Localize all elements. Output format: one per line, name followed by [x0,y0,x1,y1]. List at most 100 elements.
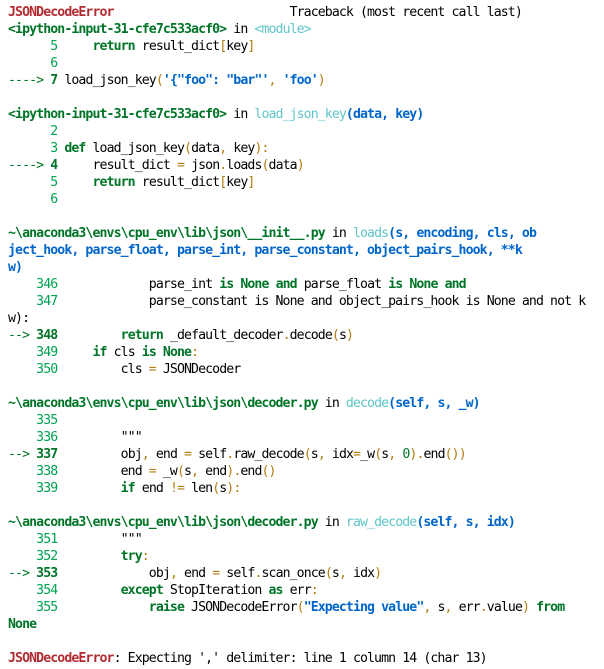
traceback-line [8,208,604,225]
traceback-line: 355 raise JSONDecodeError("Expecting val… [8,599,604,616]
code-token: . [282,328,291,343]
code-token: """ [57,430,143,445]
traceback-line: 354 except StopIteration as err: [8,582,604,599]
code-token: ( [324,566,333,581]
traceback-line: ~\anaconda3\envs\cpu_env\lib\json\decode… [8,395,604,412]
code-token: ). [409,447,424,462]
code-token: ). [226,464,241,479]
code-token: 5 [8,175,58,190]
code-token: _default_decoder [162,328,284,343]
code-token: ~\anaconda3\envs\cpu_env\lib\json\__init… [8,226,326,241]
traceback-line: 5 return result_dict[key] [8,174,604,191]
code-token: ----> [8,73,51,88]
code-token: : [310,583,319,598]
code-token: --> [8,328,37,343]
code-token: <module> [254,22,311,37]
traceback-line: ----> 7 load_json_key('{"foo": "bar"', '… [8,72,604,89]
code-token: ] [247,39,255,54]
code-token: and [444,277,467,292]
code-token: , [444,600,453,615]
traceback-line [8,497,604,514]
code-token: --> [8,566,37,581]
traceback-line: JSONDecodeError: Expecting ',' delimiter… [8,650,604,667]
code-token: self [191,447,227,462]
code-token: end [57,464,149,479]
code-token: , [141,447,150,462]
code-token: = [148,464,157,479]
traceback-line [8,378,604,395]
code-token: 351 [8,532,58,547]
code-token: ( [331,328,340,343]
code-token: _w [155,464,178,479]
code-token: err [282,583,312,598]
code-token: () [261,464,277,479]
traceback-line: 2 [8,123,604,140]
code-token: parse_constant is None and object_pairs_… [57,294,586,309]
code-token: try [120,549,143,564]
code-token: in [324,226,353,241]
code-token: end [198,464,227,479]
code-token: data [191,141,220,156]
code-token: parse_int [57,277,220,292]
code-token: parse_float [296,277,389,292]
code-token: 2 [8,124,58,139]
code-token: (data, key) [345,107,424,122]
code-token: ( [176,464,185,479]
code-token: len [184,481,213,496]
code-token: end [240,464,262,479]
traceback-line: 352 try: [8,548,604,565]
code-token: self [219,566,255,581]
code-token: s [338,328,347,343]
code-token: key [233,141,255,156]
code-token: s [430,600,445,615]
code-token: return [120,328,164,343]
code-token: in [226,22,255,37]
code-token: result_dict [57,158,177,173]
code-token: ): [226,481,241,496]
code-token: ) [317,73,326,88]
code-token: key [226,175,248,190]
code-token: ) [296,158,305,173]
code-token: end [134,481,170,496]
traceback-line: 347 parse_constant is None and object_pa… [8,293,604,310]
code-token: ) [521,600,530,615]
traceback-line: 336 """ [8,429,604,446]
code-token: ( [303,447,312,462]
traceback-line: 6 [8,191,604,208]
code-token: , [317,447,326,462]
code-token: err [451,600,481,615]
code-token: 338 [8,464,58,479]
code-token: = [176,158,185,173]
traceback-line: <ipython-input-31-cfe7c533acf0> in load_… [8,106,604,123]
code-token: idx [345,566,375,581]
code-token: idx [324,447,354,462]
code-token: def [64,141,86,156]
code-token: 5 [8,39,58,54]
code-token: ] [247,175,255,190]
traceback-line: 351 """ [8,531,604,548]
code-token: ~\anaconda3\envs\cpu_env\lib\json\decode… [8,396,319,411]
code-token: ject_hook, parse_float, parse_int, parse… [8,243,523,258]
code-token: ( [296,600,305,615]
code-token: != [169,481,185,496]
code-token: . [479,600,488,615]
code-token: ( [155,73,164,88]
traceback-line: 338 end = _w(s, end).end() [8,463,604,480]
code-token: Traceback (most recent call last) [113,5,523,20]
code-token: w) [8,260,23,275]
code-token: key [226,39,248,54]
code-token: as [268,583,283,598]
traceback-line [8,89,604,106]
code-token: 3 [8,141,65,156]
traceback-line: 5 return result_dict[key] [8,38,604,55]
code-token: if [92,345,107,360]
code-token: <ipython-input-31-cfe7c533acf0> [8,22,227,37]
code-token: is [219,277,234,292]
code-token: ) [374,566,382,581]
